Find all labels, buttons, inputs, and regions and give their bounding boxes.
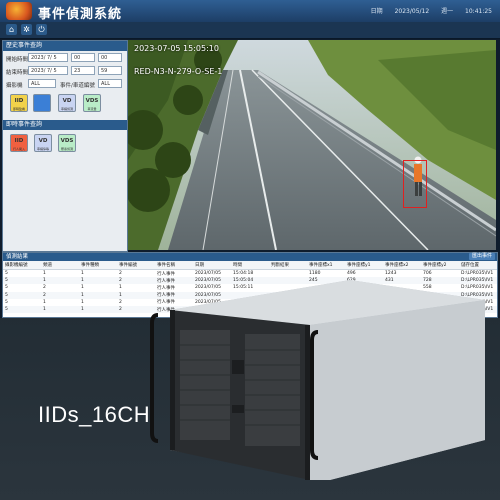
- filter-row: 攝影機 ALL 事件/車道編號 ALL: [6, 79, 124, 90]
- app-logo: [6, 2, 32, 20]
- weekday-value: 週一: [441, 8, 454, 15]
- start-date-field[interactable]: 2023/ 7/ 5: [28, 53, 68, 62]
- start-minute-field[interactable]: 00: [98, 53, 122, 62]
- end-date-field[interactable]: 2023/ 7/ 5: [28, 66, 68, 75]
- event-type-label: 事件/車道編號: [60, 83, 95, 89]
- table-cell: 2: [43, 285, 46, 291]
- column-header[interactable]: 頻道: [41, 261, 79, 270]
- iid-event-sub: 行人闖入: [12, 147, 25, 151]
- vds-event-button[interactable]: VDS 壅塞偵測: [58, 134, 76, 152]
- camera-id-overlay: RED-N3-N-279-O-SE-1: [134, 67, 223, 76]
- start-hour-field[interactable]: 00: [71, 53, 95, 62]
- table-cell: 2: [41, 291, 79, 299]
- table-cell: 1: [79, 291, 117, 299]
- table-cell: 5: [3, 291, 41, 299]
- detection-box: [403, 160, 427, 208]
- table-cell: 1: [41, 305, 79, 314]
- export-button[interactable]: 匯出事件: [468, 253, 495, 260]
- column-header[interactable]: 事件名稱: [155, 261, 193, 270]
- date-label: 日期: [370, 8, 383, 15]
- query-buttons: IID 即時監看 VD 車輛偵測 VDS 車流量: [6, 94, 124, 116]
- start-time-label: 開始時間: [6, 57, 29, 63]
- event-buttons: IID 行人闖入 VD 車輛停等 VDS 壅塞偵測: [6, 134, 124, 156]
- iid-query-button[interactable]: IID 即時監看: [10, 94, 28, 112]
- column-header[interactable]: 事件編號: [117, 261, 155, 270]
- table-cell: 1: [79, 305, 117, 314]
- table-cell: 1: [81, 299, 84, 305]
- table-cell: 1: [81, 271, 84, 277]
- vds-query-button[interactable]: VDS 車流量: [83, 94, 101, 112]
- column-header[interactable]: 事件座標y1: [345, 261, 383, 270]
- column-header[interactable]: 判斷結果: [269, 261, 307, 270]
- column-header[interactable]: 時間: [231, 261, 269, 270]
- iid-query-sub: 即時監看: [12, 107, 25, 111]
- end-minute-field[interactable]: 59: [98, 66, 122, 75]
- camera-video-feed[interactable]: 2023-07-05 15:05:10 RED-N3-N-279-O-SE-1: [128, 40, 496, 250]
- end-time-label: 結束時間: [6, 70, 29, 76]
- column-header[interactable]: 事件座標x1: [307, 261, 345, 270]
- toolbar: ⌂ ✲ ⏻: [0, 22, 500, 39]
- home-icon[interactable]: ⌂: [6, 24, 17, 35]
- event-section-title: 即時事件查詢: [3, 120, 127, 130]
- vd-event-label: VD: [38, 138, 48, 144]
- table-cell: 1: [79, 277, 117, 285]
- table-cell: 5: [3, 277, 41, 285]
- title-bar: 事件偵測系統 日期 2023/05/12 週一 10:41:25: [0, 0, 500, 23]
- vd-event-button[interactable]: VD 車輛停等: [34, 134, 52, 152]
- table-cell: 1: [81, 285, 84, 291]
- vd-query-label: VD: [62, 98, 72, 104]
- table-cell: 1: [43, 271, 46, 277]
- end-hour-field[interactable]: 23: [71, 66, 95, 75]
- table-cell: 5: [5, 299, 8, 305]
- vds-event-label: VDS: [60, 138, 74, 144]
- blue-query-button[interactable]: [33, 94, 51, 112]
- table-cell: 5: [3, 305, 41, 314]
- server-chassis-image: [150, 280, 485, 480]
- results-title: 偵測結果: [6, 254, 29, 260]
- end-time-row: 結束時間 2023/ 7/ 5 23 59: [6, 66, 124, 77]
- query-section-title: 歷史事件查詢: [3, 41, 127, 51]
- column-header[interactable]: 攝影機編號: [3, 261, 41, 270]
- vd-query-button[interactable]: VD 車輛偵測: [58, 94, 76, 112]
- start-time-row: 開始時間 2023/ 7/ 5 00 00: [6, 53, 124, 64]
- header-datetime: 日期 2023/05/12 週一 10:41:25: [361, 6, 492, 15]
- vds-query-label: VDS: [85, 98, 99, 104]
- vds-event-sub: 壅塞偵測: [60, 147, 73, 151]
- column-header[interactable]: 事件座標y2: [421, 261, 459, 270]
- left-panel: 歷史事件查詢 開始時間 2023/ 7/ 5 00 00 結束時間 2023/ …: [2, 40, 128, 252]
- column-header[interactable]: 事件座標x2: [383, 261, 421, 270]
- vd-event-sub: 車輛停等: [36, 147, 49, 151]
- vds-query-sub: 車流量: [87, 107, 97, 111]
- table-cell: 1: [43, 299, 46, 305]
- table-cell: 1: [41, 277, 79, 285]
- table-header-row: 攝影機編號 頻道 事件種類 事件編號 事件名稱 日期 時間 判斷結果 事件座標x1 事件座標y1 事…: [3, 261, 497, 270]
- column-header[interactable]: 事件種類: [79, 261, 117, 270]
- iid-event-label: IID: [14, 138, 24, 144]
- results-header: 偵測結果 匯出事件: [3, 253, 497, 261]
- event-type-select[interactable]: ALL: [98, 79, 122, 88]
- column-header[interactable]: 日期: [193, 261, 231, 270]
- date-value: 2023/05/12: [394, 8, 430, 15]
- app-title: 事件偵測系統: [38, 7, 123, 22]
- camera-select[interactable]: ALL: [28, 79, 56, 88]
- column-header[interactable]: 儲存位置: [459, 261, 497, 270]
- vd-query-sub: 車輛偵測: [60, 107, 73, 111]
- iid-event-button[interactable]: IID 行人闖入: [10, 134, 28, 152]
- gear-icon[interactable]: ✲: [21, 24, 32, 35]
- table-cell: 5: [5, 285, 8, 291]
- camera-label: 攝影機: [6, 83, 23, 89]
- power-icon[interactable]: ⏻: [36, 24, 47, 35]
- video-timestamp: 2023-07-05 15:05:10: [134, 44, 219, 53]
- model-name-label: IIDs_16CH: [38, 402, 151, 427]
- table-cell: 5: [5, 271, 8, 277]
- iid-query-label: IID: [14, 98, 24, 104]
- time-value: 10:41:25: [465, 8, 492, 15]
